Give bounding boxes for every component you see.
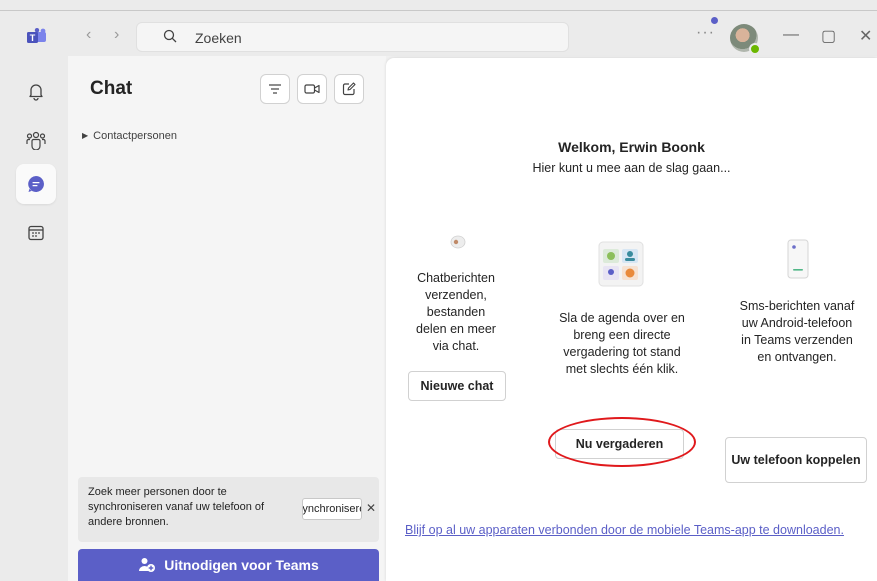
filter-icon (269, 84, 281, 94)
new-chat-compose-button[interactable] (334, 74, 364, 104)
welcome-heading: Welkom, Erwin Boonk (558, 139, 705, 155)
search-placeholder: Zoeken (195, 30, 242, 46)
meet-now-description: Sla de agenda over en breng een directe … (559, 311, 685, 376)
title-bar: T ‹ › Zoeken ··· — ▢ ✕ (0, 0, 877, 56)
link-phone-button[interactable]: Uw telefoon koppelen (725, 437, 867, 483)
rail-teams[interactable] (16, 120, 56, 160)
banner-message: Zoek meer personen door te synchronisere… (88, 486, 265, 528)
maximize-button[interactable]: ▢ (821, 26, 836, 46)
sms-feature-description: Sms-berichten vanaf uw Android-telefoon … (739, 299, 855, 364)
new-chat-button[interactable]: Nieuwe chat (408, 371, 506, 401)
welcome-subtitle: Hier kunt u mee aan de slag gaan... (532, 161, 731, 175)
contacts-section-toggle[interactable]: ▶ Contactpersonen (82, 130, 177, 142)
forward-button[interactable]: › (114, 26, 119, 44)
sync-button[interactable]: Synchroniseren (302, 498, 362, 520)
svg-text:T: T (30, 33, 36, 43)
chat-list-pane: Chat ▶ Contactpersonen Zoek meer personen… (68, 56, 386, 581)
minimize-button[interactable]: — (783, 26, 799, 44)
presence-available-icon (749, 43, 761, 55)
pane-title: Chat (90, 78, 133, 99)
chat-feature-description: Chatberichten verzenden, bestanden delen… (416, 271, 496, 353)
meet-now-video-button[interactable] (297, 74, 327, 104)
compose-icon (342, 82, 356, 96)
top-divider (0, 10, 877, 11)
welcome-panel: Welkom, Erwin Boonk Hier kunt u mee aan … (386, 58, 877, 581)
download-mobile-app-link[interactable]: Blijf op al uw apparaten verbonden door … (405, 523, 844, 537)
video-icon (304, 84, 320, 94)
invite-label: Uitnodigen voor Teams (164, 557, 319, 573)
meeting-grid-illustration-icon (598, 241, 644, 287)
contacts-label: Contactpersonen (93, 130, 177, 142)
back-button[interactable]: ‹ (86, 26, 91, 44)
more-options-button[interactable]: ··· (696, 24, 715, 42)
close-window-button[interactable]: ✕ (859, 26, 872, 46)
banner-close-button[interactable]: ✕ (366, 501, 376, 515)
add-person-icon (139, 558, 156, 572)
expand-caret-icon: ▶ (82, 131, 89, 140)
calendar-icon (28, 225, 44, 241)
search-icon (163, 29, 177, 43)
app-rail (0, 56, 68, 581)
rail-chat[interactable] (16, 164, 56, 204)
notification-dot (711, 17, 718, 24)
invite-to-teams-button[interactable]: Uitnodigen voor Teams (78, 549, 379, 581)
filter-button[interactable] (260, 74, 290, 104)
people-icon (26, 131, 46, 150)
bell-icon (29, 84, 43, 101)
teams-logo-icon: T (27, 28, 46, 43)
search-input[interactable]: Zoeken (136, 22, 569, 52)
rail-calendar[interactable] (16, 213, 56, 253)
meet-now-button[interactable]: Nu vergaderen (555, 429, 684, 459)
phone-illustration-icon (787, 239, 809, 279)
sync-contacts-banner: Zoek meer personen door te synchronisere… (78, 477, 379, 542)
rail-activity[interactable] (16, 71, 56, 111)
chat-icon (28, 176, 44, 192)
avatar[interactable] (730, 24, 761, 55)
chat-bubble-illustration-icon (450, 235, 466, 249)
